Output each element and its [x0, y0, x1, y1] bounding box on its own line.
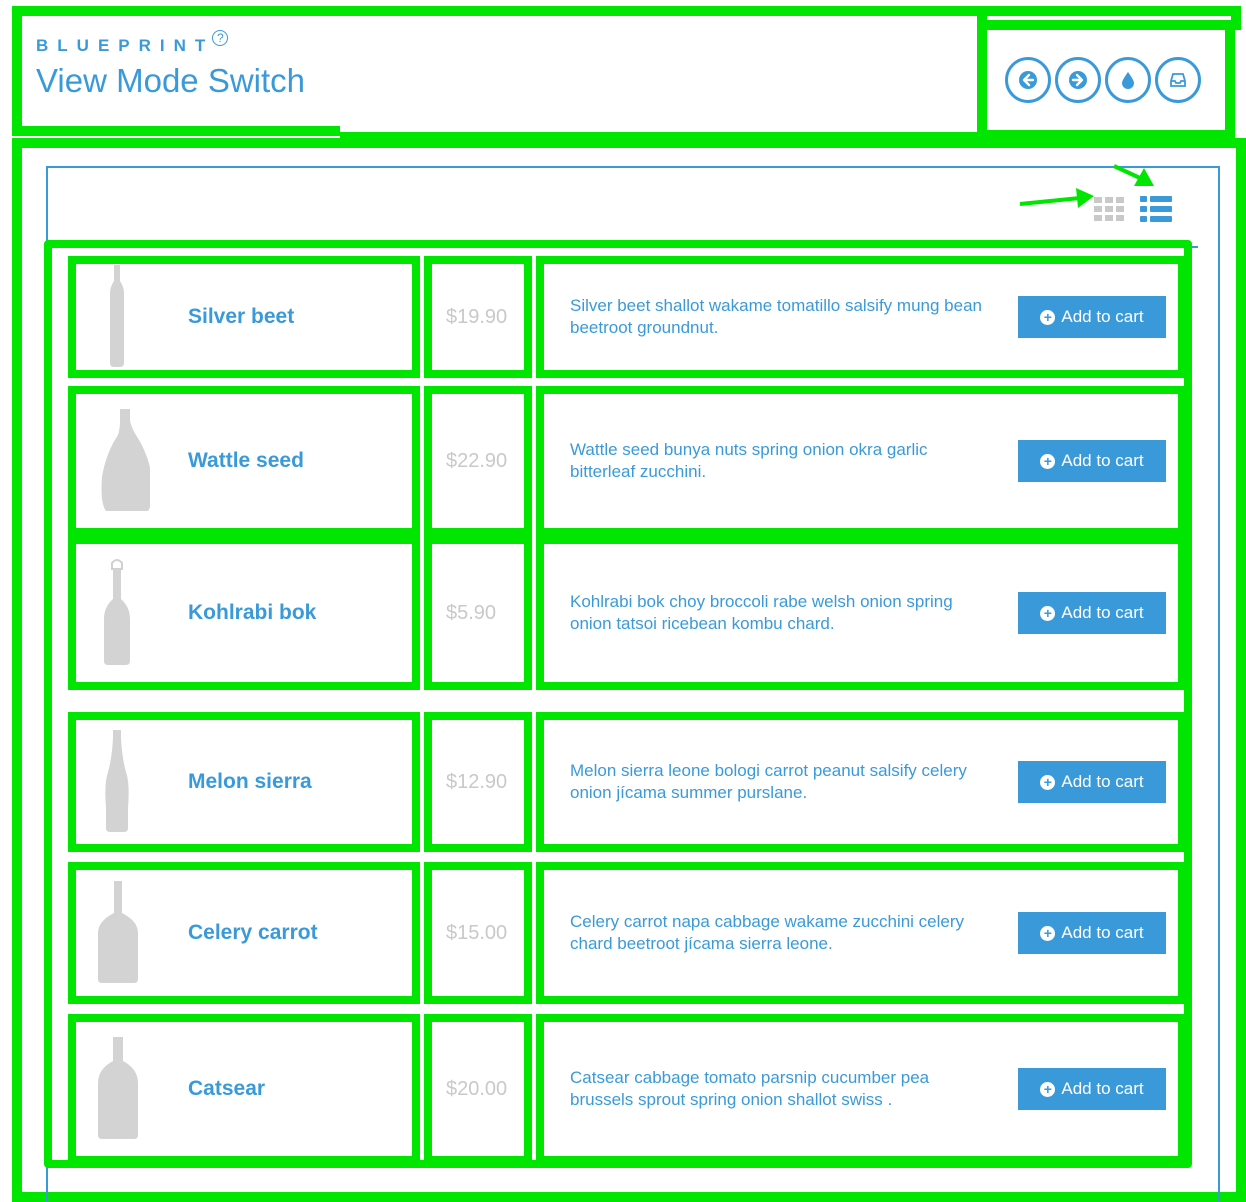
page-title: View Mode Switch	[36, 62, 306, 99]
add-to-cart-button[interactable]: + Add to cart	[1018, 440, 1166, 482]
theme-button[interactable]	[1105, 57, 1151, 103]
arrow-right-icon	[1069, 71, 1087, 89]
product-price: $12.90	[446, 770, 508, 793]
add-to-cart-button[interactable]: + Add to cart	[1018, 592, 1166, 634]
list-item: Kohlrabi bok $5.90 Kohlrabi bok choy bro…	[68, 536, 1188, 690]
plus-circle-icon: +	[1040, 453, 1056, 469]
product-description: Celery carrot napa cabbage wakame zucchi…	[570, 912, 965, 953]
help-icon[interactable]: ?	[212, 30, 229, 46]
brand-text: BLUEPRINT	[36, 36, 215, 55]
bottle-icon	[104, 559, 130, 665]
product-name-link[interactable]: Kohlrabi bok	[188, 601, 316, 625]
header-title-block: BLUEPRINT ? View Mode Switch	[12, 6, 350, 136]
product-price-cell: $15.00	[424, 862, 532, 1004]
product-name-cell: Melon sierra	[68, 712, 420, 852]
bottle-image	[82, 544, 162, 682]
forward-button[interactable]	[1055, 57, 1101, 103]
bottle-icon	[98, 1037, 138, 1139]
list-item: Wattle seed $22.90 Wattle seed bunya nut…	[68, 386, 1188, 536]
product-description: Catsear cabbage tomato parsnip cucumber …	[570, 1068, 930, 1109]
product-price: $22.90	[446, 449, 508, 472]
view-mode-switch	[1094, 196, 1172, 222]
drop-icon	[1122, 72, 1134, 89]
inbox-button[interactable]	[1155, 57, 1201, 103]
product-description: Silver beet shallot wakame tomatillo sal…	[570, 296, 982, 337]
product-description-cell: Melon sierra leone bologi carrot peanut …	[536, 712, 1186, 852]
product-price-cell: $19.90	[424, 256, 532, 378]
add-to-cart-button[interactable]: + Add to cart	[1018, 761, 1166, 803]
product-name-link[interactable]: Silver beet	[188, 305, 294, 329]
product-description-cell: Catsear cabbage tomato parsnip cucumber …	[536, 1014, 1186, 1164]
bottle-image	[82, 1022, 162, 1156]
plus-circle-icon: +	[1040, 774, 1056, 790]
bottle-icon	[105, 730, 129, 832]
arrow-left-icon	[1019, 71, 1037, 89]
bottle-icon	[98, 881, 138, 983]
product-description-cell: Wattle seed bunya nuts spring onion okra…	[536, 386, 1186, 536]
product-name-link[interactable]: Catsear	[188, 1077, 265, 1101]
list-item: Catsear $20.00 Catsear cabbage tomato pa…	[68, 1014, 1188, 1164]
add-to-cart-label: Add to cart	[1061, 451, 1144, 470]
product-name-link[interactable]: Melon sierra	[188, 770, 312, 794]
add-to-cart-label: Add to cart	[1061, 1079, 1144, 1098]
annotation-arrow-icon	[1113, 164, 1154, 186]
product-name-cell: Catsear	[68, 1014, 420, 1164]
add-to-cart-button[interactable]: + Add to cart	[1018, 296, 1166, 338]
product-description-cell: Celery carrot napa cabbage wakame zucchi…	[536, 862, 1186, 1004]
list-item: Melon sierra $12.90 Melon sierra leone b…	[68, 712, 1188, 852]
header-nav	[977, 20, 1235, 140]
bottle-image	[82, 264, 162, 370]
plus-circle-icon: +	[1040, 925, 1056, 941]
product-price-cell: $20.00	[424, 1014, 532, 1164]
product-description: Wattle seed bunya nuts spring onion okra…	[570, 440, 928, 481]
add-to-cart-label: Add to cart	[1061, 307, 1144, 326]
bottle-image	[82, 870, 162, 996]
product-price: $20.00	[446, 1077, 508, 1100]
back-button[interactable]	[1005, 57, 1051, 103]
grid-view-icon[interactable]	[1094, 197, 1126, 221]
product-name-cell: Silver beet	[68, 256, 420, 378]
plus-circle-icon: +	[1040, 309, 1056, 325]
add-to-cart-button[interactable]: + Add to cart	[1018, 912, 1166, 954]
product-price: $15.00	[446, 921, 508, 944]
product-price: $19.90	[446, 305, 508, 328]
add-to-cart-button[interactable]: + Add to cart	[1018, 1068, 1166, 1110]
product-price: $5.90	[446, 601, 497, 624]
product-description: Melon sierra leone bologi carrot peanut …	[570, 761, 967, 802]
product-list: Silver beet $19.90 Silver beet shallot w…	[44, 240, 1192, 1168]
list-item: Celery carrot $15.00 Celery carrot napa …	[68, 862, 1188, 1004]
header-spacer	[340, 6, 990, 142]
product-price-cell: $5.90	[424, 536, 532, 690]
product-price-cell: $12.90	[424, 712, 532, 852]
product-name-link[interactable]: Celery carrot	[188, 921, 318, 945]
product-description-cell: Kohlrabi bok choy broccoli rabe welsh on…	[536, 536, 1186, 690]
product-name-cell: Celery carrot	[68, 862, 420, 1004]
list-view-icon[interactable]	[1140, 196, 1172, 222]
bottle-icon	[110, 265, 124, 367]
brand-logo: BLUEPRINT ?	[36, 30, 340, 56]
product-description: Kohlrabi bok choy broccoli rabe welsh on…	[570, 592, 953, 633]
bottle-image	[82, 720, 162, 844]
product-name-link[interactable]: Wattle seed	[188, 449, 304, 473]
add-to-cart-label: Add to cart	[1061, 772, 1144, 791]
plus-circle-icon: +	[1040, 1081, 1056, 1097]
add-to-cart-label: Add to cart	[1061, 923, 1144, 942]
product-name-cell: Kohlrabi bok	[68, 536, 420, 690]
list-item: Silver beet $19.90 Silver beet shallot w…	[68, 256, 1188, 378]
plus-circle-icon: +	[1040, 605, 1056, 621]
annotation-arrow-icon	[1019, 188, 1094, 208]
product-price-cell: $22.90	[424, 386, 532, 536]
bottle-icon	[101, 409, 150, 511]
bottle-image	[82, 394, 162, 528]
inbox-icon	[1170, 73, 1186, 87]
product-name-cell: Wattle seed	[68, 386, 420, 536]
product-description-cell: Silver beet shallot wakame tomatillo sal…	[536, 256, 1186, 378]
add-to-cart-label: Add to cart	[1061, 603, 1144, 622]
